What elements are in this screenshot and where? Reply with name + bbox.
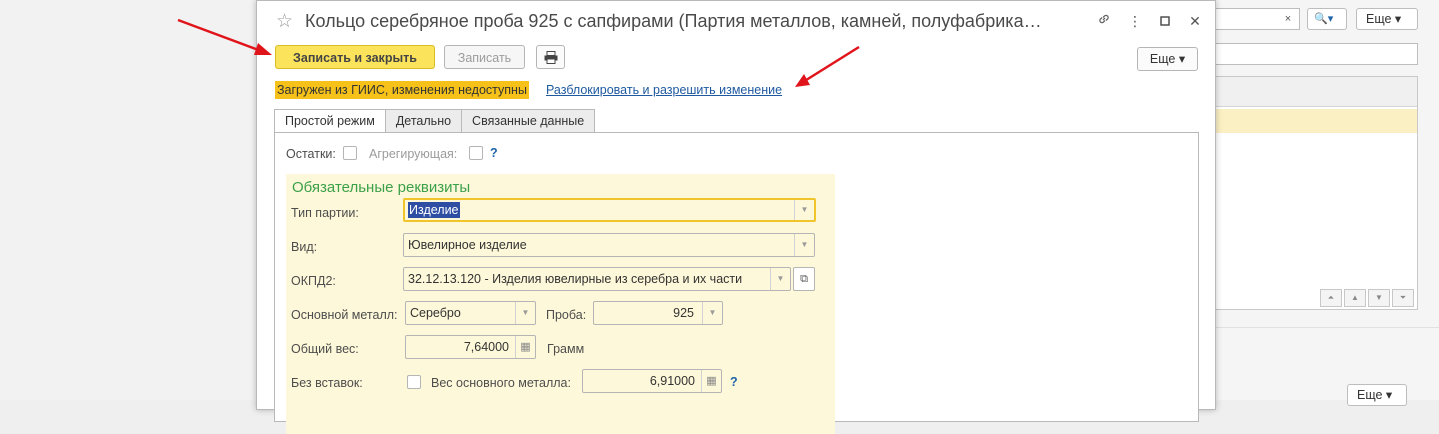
total-weight-value: 7,64000 (463, 340, 509, 354)
background-table-selected-row[interactable] (1216, 109, 1417, 133)
search-icon: 🔍▾ (1314, 13, 1334, 25)
more-label: Еще (1149, 52, 1176, 66)
tab-detailed[interactable]: Детально (384, 109, 463, 133)
background-more-label: Еще (1366, 12, 1392, 26)
maximize-icon[interactable] (1154, 11, 1176, 33)
read-only-notice: Загружен из ГИИС, изменения недоступны (275, 81, 529, 99)
okpd2-value: 32.12.13.120 - Изделия ювелирные из сере… (408, 272, 743, 286)
party-type-label: Тип партии: (291, 206, 359, 220)
close-icon[interactable]: ✕ (1184, 11, 1206, 33)
tab-simple-mode[interactable]: Простой режим (274, 109, 386, 133)
no-inserts-label: Без вставок: (291, 376, 363, 390)
help-icon[interactable]: ? (730, 375, 738, 389)
chevron-down-icon[interactable]: ▼ (770, 268, 790, 290)
total-weight-label: Общий вес: (291, 342, 359, 356)
main-metal-field[interactable]: Серебро ▼ (405, 301, 536, 325)
scroll-down-icon[interactable]: ▼ (1368, 289, 1390, 307)
required-group: Обязательные реквизиты Тип партии: Издел… (286, 174, 835, 434)
open-icon[interactable]: ⧉ (793, 267, 815, 291)
save-and-close-button[interactable]: Записать и закрыть (275, 45, 435, 69)
party-type-field[interactable]: Изделие ▼ (403, 198, 816, 222)
okpd2-field[interactable]: 32.12.13.120 - Изделия ювелирные из сере… (403, 267, 791, 291)
tab-bar: Простой режим Детально Связанные данные (274, 109, 596, 133)
title-bar: ☆ Кольцо серебряное проба 925 с сапфирам… (257, 1, 1215, 41)
background-divider (1216, 327, 1439, 328)
link-icon[interactable] (1093, 11, 1115, 33)
calculator-icon[interactable]: ▦ (701, 370, 721, 392)
window-title: Кольцо серебряное проба 925 с сапфирами … (305, 11, 1042, 31)
scroll-top-icon[interactable]: ⏶ (1320, 289, 1342, 307)
proba-value: 925 (673, 306, 694, 320)
total-weight-field[interactable]: 7,64000 ▦ (405, 335, 536, 359)
calculator-icon[interactable]: ▦ (515, 336, 535, 358)
party-type-value: Изделие (408, 202, 460, 218)
table-scroll-controls: ⏶ ▲ ▼ ⏷ (1320, 289, 1418, 309)
background-table-header (1216, 77, 1417, 107)
chevron-down-icon[interactable]: ▼ (794, 234, 814, 256)
main-metal-weight-field[interactable]: 6,91000 ▦ (582, 369, 722, 393)
required-group-title: Обязательные реквизиты (292, 179, 471, 196)
agregir-label: Агрегирующая: (369, 147, 458, 161)
scroll-bottom-icon[interactable]: ⏷ (1392, 289, 1414, 307)
favorite-star-icon[interactable]: ☆ (276, 10, 293, 33)
proba-label: Проба: (546, 308, 587, 322)
print-button[interactable] (536, 45, 565, 69)
help-icon[interactable]: ? (490, 146, 498, 160)
more-button[interactable]: Еще ▾ (1137, 47, 1198, 71)
more-vertical-icon[interactable]: ⋮ (1124, 11, 1146, 33)
scroll-up-icon[interactable]: ▲ (1344, 289, 1366, 307)
tab-panel: Остатки: Агрегирующая: ? Обязательные ре… (274, 132, 1199, 434)
clear-icon[interactable]: × (1278, 9, 1298, 29)
main-metal-value: Серебро (410, 306, 461, 320)
item-form-window: ☆ Кольцо серебряное проба 925 с сапфирам… (256, 0, 1216, 434)
agregir-checkbox[interactable] (469, 146, 483, 160)
vid-field[interactable]: Ювелирное изделие ▼ (403, 233, 815, 257)
save-button[interactable]: Записать (444, 45, 525, 69)
vid-label: Вид: (291, 240, 318, 254)
total-weight-unit: Грамм (547, 342, 585, 356)
printer-icon (544, 51, 558, 65)
main-metal-weight-value: 6,91000 (649, 374, 695, 388)
background-search-button[interactable]: 🔍▾ (1307, 8, 1347, 30)
chevron-down-icon[interactable]: ▼ (794, 200, 814, 220)
main-metal-weight-label: Вес основного металла: (431, 376, 571, 390)
okpd2-label: ОКПД2: (291, 274, 336, 288)
no-inserts-checkbox[interactable] (407, 375, 421, 389)
background-table[interactable] (1216, 76, 1418, 310)
unlock-link[interactable]: Разблокировать и разрешить изменение (546, 83, 782, 97)
proba-field[interactable]: 925 ▼ (593, 301, 723, 325)
background-more-button-2[interactable]: Еще ▾ (1347, 384, 1407, 406)
ostatki-label: Остатки: (286, 147, 336, 161)
vid-value: Ювелирное изделие (408, 238, 527, 252)
background-input[interactable] (1216, 43, 1418, 65)
chevron-down-icon[interactable]: ▼ (515, 302, 535, 324)
main-metal-label: Основной металл: (291, 308, 398, 322)
tab-related-data[interactable]: Связанные данные (461, 109, 596, 133)
background-left-panel (0, 0, 256, 400)
background-more-button[interactable]: Еще ▾ (1356, 8, 1418, 30)
chevron-down-icon[interactable]: ▼ (702, 302, 722, 324)
ostatki-checkbox[interactable] (343, 146, 357, 160)
